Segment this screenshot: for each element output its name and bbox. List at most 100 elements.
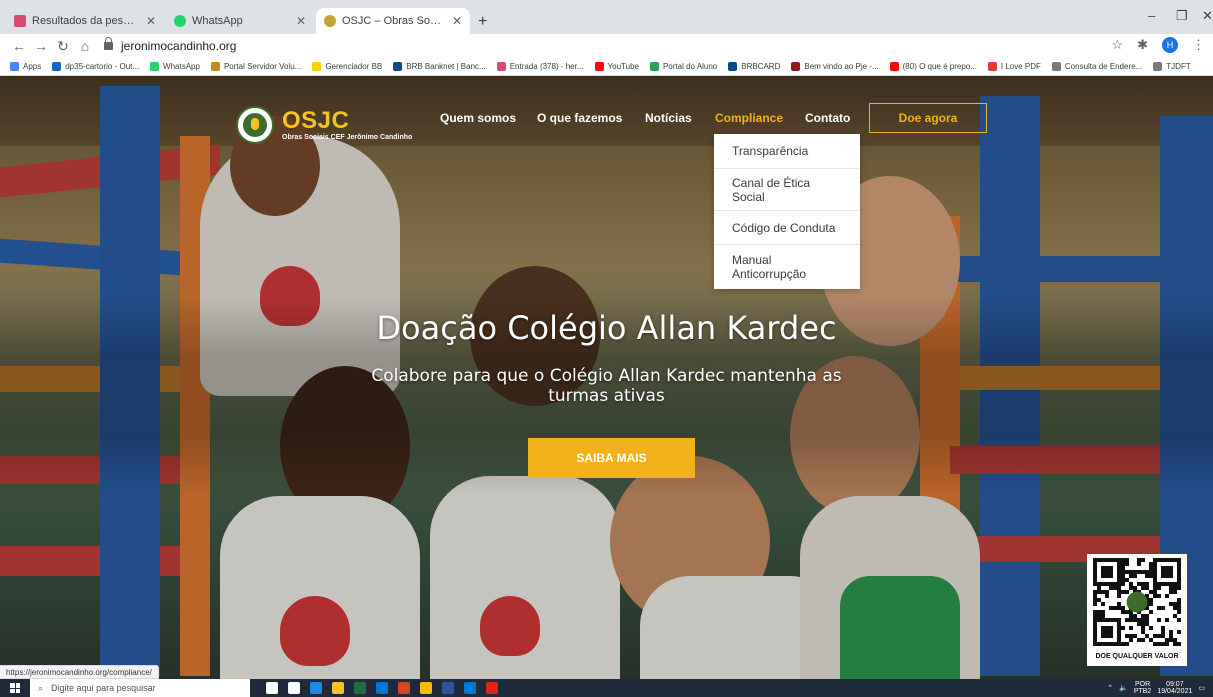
chevron-up-icon[interactable]: ⌃: [1107, 684, 1113, 692]
system-clock[interactable]: 09:07 19/04/2021: [1157, 681, 1192, 695]
bookmark-favicon-icon: [52, 62, 62, 71]
word-icon[interactable]: [442, 682, 454, 694]
donation-qr-code[interactable]: DOE QUALQUER VALOR: [1087, 554, 1187, 666]
back-arrow-icon[interactable]: ←: [8, 38, 30, 54]
close-icon[interactable]: ✕: [296, 14, 306, 28]
menu-item-canal-etica[interactable]: Canal de Ética Social: [714, 169, 860, 211]
bookmark-label: Entrada (378) - her...: [509, 62, 584, 71]
bookmark-favicon-icon: [987, 62, 997, 71]
bookmark-favicon-icon: [791, 62, 801, 71]
donate-now-button[interactable]: Doe agora: [869, 103, 987, 133]
menu-item-transparencia[interactable]: Transparência: [714, 134, 860, 169]
search-placeholder: Digite aqui para pesquisar: [51, 683, 156, 693]
start-button[interactable]: [0, 679, 30, 697]
bookmark-favicon-icon: [312, 62, 322, 71]
lang-code: POR: [1134, 681, 1151, 688]
whatsapp-favicon-icon: [174, 15, 186, 27]
learn-more-button[interactable]: SAIBA MAIS: [528, 438, 695, 478]
bookmark-item[interactable]: (80) O que é prepo...: [889, 62, 977, 71]
bookmark-item[interactable]: BRBCARD: [728, 62, 780, 71]
notifications-icon[interactable]: ▭: [1198, 684, 1205, 692]
star-icon[interactable]: ☆: [1111, 37, 1123, 53]
menu-icon[interactable]: ⋮: [1192, 37, 1205, 53]
forward-arrow-icon[interactable]: →: [30, 38, 52, 54]
close-window-button[interactable]: ✕: [1202, 8, 1213, 24]
store-icon[interactable]: [376, 682, 388, 694]
qr-caption: DOE QUALQUER VALOR: [1095, 653, 1179, 660]
close-icon[interactable]: ✕: [452, 14, 462, 28]
lock-icon: [104, 37, 113, 50]
bookmark-favicon-icon: [1051, 62, 1061, 71]
profile-avatar[interactable]: H: [1162, 37, 1178, 53]
tab-osjc[interactable]: OSJC – Obras Sociais CEF Jerônim ✕: [316, 8, 470, 34]
cortana-icon[interactable]: [266, 682, 278, 694]
reload-icon[interactable]: ↻: [52, 38, 74, 55]
system-tray: ⌃ 🔈 POR PTB2 09:07 19/04/2021 ▭: [1107, 679, 1205, 697]
nav-noticias[interactable]: Notícias: [645, 111, 692, 125]
file-explorer-icon[interactable]: [332, 682, 344, 694]
tab-whatsapp[interactable]: WhatsApp ✕: [166, 8, 314, 34]
bookmark-label: Gerenciador BB: [325, 62, 383, 71]
qr-code-icon: [1093, 558, 1181, 646]
windows-taskbar: ⌕ Digite aqui para pesquisar ⌃ 🔈 POR PTB…: [0, 679, 1213, 697]
bookmark-item[interactable]: TJDFT: [1153, 62, 1191, 71]
new-tab-button[interactable]: +: [478, 13, 487, 31]
edge-icon[interactable]: [310, 682, 322, 694]
menu-item-codigo-conduta[interactable]: Código de Conduta: [714, 211, 860, 245]
nav-compliance[interactable]: Compliance: [715, 111, 783, 125]
search-icon: ⌕: [38, 682, 44, 693]
tab-strip: Resultados da pesquisa - hernan ✕ WhatsA…: [0, 0, 1213, 34]
task-view-icon[interactable]: [288, 682, 300, 694]
browser-window: Resultados da pesquisa - hernan ✕ WhatsA…: [0, 0, 1213, 697]
bookmark-item[interactable]: Portal Servidor Volu...: [210, 62, 302, 71]
compliance-dropdown: Transparência Canal de Ética Social Códi…: [714, 134, 860, 289]
nav-contato[interactable]: Contato: [805, 111, 850, 125]
excel-icon[interactable]: [354, 682, 366, 694]
bookmark-item[interactable]: Gerenciador BB: [312, 62, 382, 71]
home-icon[interactable]: ⌂: [74, 38, 96, 54]
input-language[interactable]: POR PTB2: [1134, 681, 1152, 695]
close-icon[interactable]: ✕: [146, 14, 156, 28]
menu-item-manual-anticorrupcao[interactable]: Manual Anticorrupção: [714, 245, 860, 289]
acrobat-icon[interactable]: [486, 682, 498, 694]
tab-search-results[interactable]: Resultados da pesquisa - hernan ✕: [6, 8, 164, 34]
toolbar-actions: ☆ ✱ H ⋮: [1111, 37, 1205, 53]
extensions-icon[interactable]: ✱: [1137, 37, 1148, 53]
mail-icon[interactable]: [464, 682, 476, 694]
bookmark-label: BRBCARD: [741, 62, 781, 71]
page-viewport: OSJC Obras Sociais CEF Jerônimo Candinho…: [0, 76, 1213, 679]
taskbar-apps: [266, 682, 498, 694]
tab-title: OSJC – Obras Sociais CEF Jerônim: [342, 15, 446, 27]
bookmark-label: Apps: [23, 62, 42, 71]
bookmark-favicon-icon: [649, 62, 659, 71]
bookmark-favicon-icon: [889, 62, 899, 71]
powerpoint-icon[interactable]: [398, 682, 410, 694]
nav-quem-somos[interactable]: Quem somos: [440, 111, 516, 125]
address-bar[interactable]: jeronimocandinho.org: [104, 37, 237, 53]
volume-icon[interactable]: 🔈: [1119, 684, 1128, 692]
bookmark-item[interactable]: Entrada (378) - her...: [496, 62, 584, 71]
bookmark-label: I Love PDF: [1000, 62, 1041, 71]
bookmark-item[interactable]: Apps: [10, 62, 41, 71]
maximize-button[interactable]: ❐: [1176, 8, 1188, 24]
bookmark-item[interactable]: Portal do Aluno: [649, 62, 717, 71]
logo-subtitle: Obras Sociais CEF Jerônimo Candinho: [282, 133, 413, 141]
bookmark-label: TJDFT: [1166, 62, 1191, 71]
bookmark-item[interactable]: BRB Banknet | Banc...: [393, 62, 486, 71]
bookmark-item[interactable]: YouTube: [594, 62, 639, 71]
url-text: jeronimocandinho.org: [121, 39, 237, 53]
bookmark-item[interactable]: Bem vindo ao Pje -...: [791, 62, 879, 71]
bookmark-item[interactable]: dp35-cartorio - Out...: [52, 62, 139, 71]
chrome-icon[interactable]: [420, 682, 432, 694]
bookmark-item[interactable]: Consulta de Endere...: [1051, 62, 1143, 71]
bookmark-item[interactable]: WhatsApp: [150, 62, 200, 71]
nav-o-que-fazemos[interactable]: O que fazemos: [537, 111, 622, 125]
minimize-button[interactable]: –: [1148, 8, 1155, 23]
logo-emblem-icon: [236, 106, 274, 144]
bookmark-label: Consulta de Endere...: [1064, 62, 1143, 71]
site-logo[interactable]: OSJC Obras Sociais CEF Jerônimo Candinho: [236, 106, 412, 144]
taskbar-search-box[interactable]: ⌕ Digite aqui para pesquisar: [30, 679, 250, 697]
bookmark-item[interactable]: I Love PDF: [987, 62, 1041, 71]
logo-name: OSJC: [282, 106, 350, 134]
bookmark-label: Portal Servidor Volu...: [223, 62, 302, 71]
